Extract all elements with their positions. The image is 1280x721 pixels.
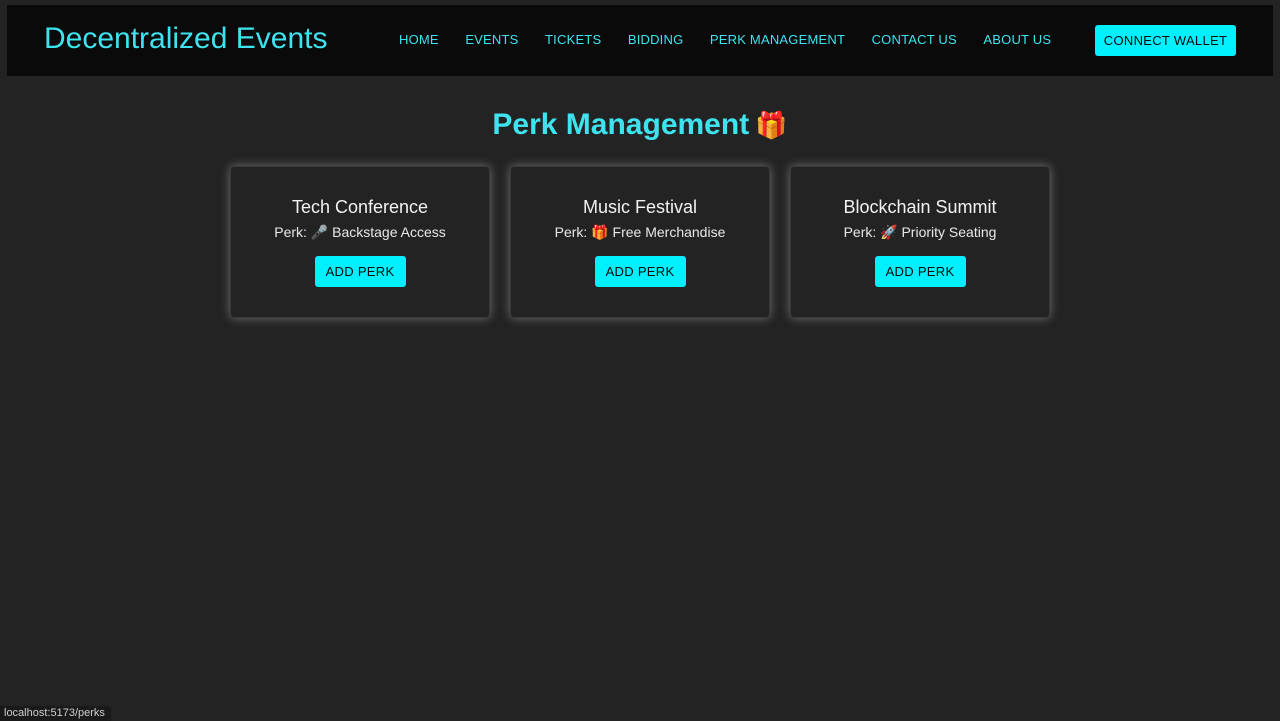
event-title: Music Festival xyxy=(582,197,698,217)
add-perk-button[interactable]: ADD PERK xyxy=(874,256,966,287)
page-title: Perk Management 🎁 xyxy=(0,108,1280,142)
nav-about-us[interactable]: ABOUT US xyxy=(983,32,1051,47)
nav-perk-management[interactable]: PERK MANAGEMENT xyxy=(710,32,845,47)
add-perk-button[interactable]: ADD PERK xyxy=(594,256,686,287)
nav-bidding[interactable]: BIDDING xyxy=(628,32,684,47)
nav-events[interactable]: EVENTS xyxy=(465,32,518,47)
event-perk: Perk: 🎁 Free Merchandise xyxy=(554,224,726,240)
add-perk-button[interactable]: ADD PERK xyxy=(314,256,406,287)
page-title-text: Perk Management xyxy=(492,108,750,141)
nav-contact-us[interactable]: CONTACT US xyxy=(872,32,957,47)
event-title: Blockchain Summit xyxy=(843,197,997,217)
navbar: Decentralized Events HOME EVENTS TICKETS… xyxy=(7,5,1273,76)
gift-icon: 🎁 xyxy=(755,110,788,140)
event-perk: Perk: 🚀 Priority Seating xyxy=(843,224,997,240)
perk-card-tech-conference: Tech Conference Perk: 🎤 Backstage Access… xyxy=(230,166,490,318)
nav-home[interactable]: HOME xyxy=(399,32,439,47)
nav-tickets[interactable]: TICKETS xyxy=(545,32,601,47)
brand-logo[interactable]: Decentralized Events xyxy=(44,22,327,56)
perk-card-list: Tech Conference Perk: 🎤 Backstage Access… xyxy=(230,166,1050,318)
perk-card-music-festival: Music Festival Perk: 🎁 Free Merchandise … xyxy=(510,166,770,318)
event-title: Tech Conference xyxy=(291,197,429,217)
status-bar-url: localhost:5173/perks xyxy=(0,706,111,721)
nav-links: HOME EVENTS TICKETS BIDDING PERK MANAGEM… xyxy=(399,32,1078,47)
perk-card-blockchain-summit: Blockchain Summit Perk: 🚀 Priority Seati… xyxy=(790,166,1050,318)
event-perk: Perk: 🎤 Backstage Access xyxy=(274,224,446,240)
connect-wallet-button[interactable]: CONNECT WALLET xyxy=(1095,25,1236,56)
